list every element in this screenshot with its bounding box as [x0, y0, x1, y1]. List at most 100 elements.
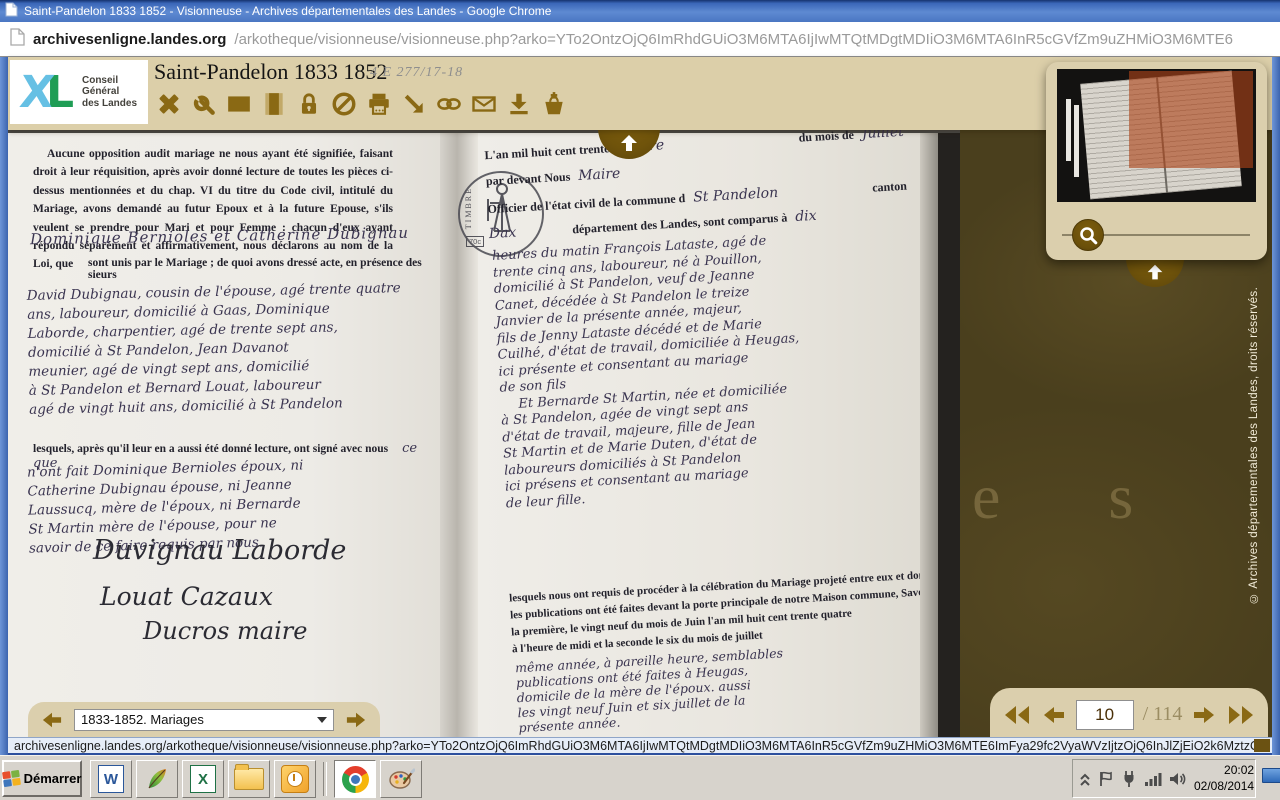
printed-union-line: sont unis par le Mariage ; de quoi avons…: [33, 257, 423, 281]
window-border-right[interactable]: [1272, 57, 1280, 755]
start-button[interactable]: Démarrer: [2, 760, 82, 797]
clock-time: 20:02: [1194, 763, 1254, 779]
printed-lecture-text: lesquels, après qu'il leur en a aussi ét…: [33, 443, 388, 455]
logo-x-letter: X: [17, 67, 46, 118]
document-title: Saint-Pandelon 1833 1852: [154, 59, 387, 85]
url-path: /arkotheque/visionneuse/visionneuse.php?…: [234, 31, 1233, 48]
up-arrow-icon: [1144, 262, 1166, 284]
hand-publications-block: même année, à pareille heure, semblables…: [515, 645, 787, 735]
flag-icon[interactable]: [1098, 770, 1114, 788]
series-next-button[interactable]: [344, 710, 368, 730]
window-title: Saint-Pandelon 1833 1852 - Visionneuse -…: [24, 4, 551, 18]
download-icon[interactable]: [506, 89, 532, 119]
doc-line: Louat Cazaux: [38, 582, 346, 611]
dropdown-caret-icon: [317, 717, 327, 723]
right-page-content: L'an mil huit cent trente quatre du mois…: [469, 109, 942, 737]
thumbnail-label-strip: [1074, 105, 1079, 177]
show-desktop-icon[interactable]: [1262, 768, 1280, 783]
logo-l-letter: L: [46, 67, 74, 118]
series-select[interactable]: 1833-1852. Mariages: [74, 709, 334, 731]
logo-text: Conseil Général des Landes: [82, 75, 137, 110]
page-icon: [5, 2, 18, 20]
next-page-button[interactable]: [1191, 704, 1217, 726]
chrome-icon[interactable]: [334, 760, 376, 798]
clock-date: 02/08/2014: [1194, 779, 1254, 795]
series-prev-button[interactable]: [40, 710, 64, 730]
printed-publications-block: lesquels nous ont requis de procéder à l…: [509, 567, 942, 659]
resize-grip[interactable]: [1254, 739, 1270, 752]
folder-icon[interactable]: [228, 760, 270, 798]
window-border-left: [0, 57, 8, 755]
series-nav-panel: 1833-1852. Mariages: [28, 702, 380, 737]
word-letter: W: [98, 765, 124, 793]
link-icon[interactable]: [436, 89, 462, 119]
double-right-arrow-icon: [1226, 704, 1256, 726]
right-arrow-icon: [1191, 704, 1217, 726]
window-titlebar[interactable]: Saint-Pandelon 1833 1852 - Visionneuse -…: [0, 0, 1280, 22]
hand-canton-value: Dax: [488, 225, 516, 243]
previous-page-button[interactable]: [1041, 704, 1067, 726]
feather-app-icon[interactable]: [136, 760, 178, 798]
printed-year: L'an mil huit cent trente: [484, 141, 610, 163]
excel-icon[interactable]: X: [182, 760, 224, 798]
document-scan[interactable]: Aucune opposition audit mariage ne nous …: [8, 130, 960, 737]
basket-add-icon[interactable]: [541, 89, 567, 119]
lock-icon[interactable]: [296, 89, 322, 119]
volume-icon[interactable]: [1169, 771, 1187, 787]
url-domain: archivesenligne.landes.org: [33, 31, 226, 48]
left-arrow-icon: [40, 710, 64, 730]
printed-intro-paragraph: Aucune opposition audit mariage ne nous …: [33, 145, 393, 274]
hand-mayor: Maire: [578, 166, 621, 184]
palette-app-icon[interactable]: [380, 760, 422, 798]
thumbnail-label-strip: [1066, 99, 1071, 161]
doc-line: Ducros maire: [38, 617, 346, 645]
mail-icon[interactable]: [471, 89, 497, 119]
hide-icons-chevron-icon[interactable]: [1079, 771, 1091, 787]
windows-logo-icon: [2, 770, 21, 787]
zoom-slider-knob[interactable]: [1072, 219, 1104, 251]
print-icon[interactable]: [366, 89, 392, 119]
tray-clock[interactable]: 20:02 02/08/2014: [1194, 763, 1254, 794]
forbidden-icon[interactable]: [331, 89, 357, 119]
browser-status-bar: archivesenligne.landes.org/arkotheque/vi…: [8, 737, 1272, 755]
taskbar: Démarrer W X: [0, 755, 1280, 800]
first-page-button[interactable]: [1002, 704, 1032, 726]
page-icon: [10, 28, 25, 50]
close-icon[interactable]: [156, 89, 182, 119]
thumbnail-image[interactable]: [1057, 69, 1256, 202]
page-landscape-icon[interactable]: [226, 89, 252, 119]
viewport-highlight[interactable]: [1129, 71, 1253, 168]
address-bar[interactable]: archivesenligne.landes.org/arkotheque/vi…: [0, 22, 1280, 57]
resize-arrow-icon[interactable]: [401, 89, 427, 119]
power-plug-icon[interactable]: [1121, 770, 1137, 788]
double-left-arrow-icon: [1002, 704, 1032, 726]
doc-line: Duvignau Laborde: [38, 535, 346, 566]
logo-conseil-general-landes[interactable]: X L Conseil Général des Landes: [10, 60, 148, 124]
network-signal-icon[interactable]: [1144, 771, 1162, 787]
last-page-button[interactable]: [1226, 704, 1256, 726]
archive-reference: 4 E 277/17-18: [370, 65, 463, 81]
hand-act-block: heures du matin François Lataste, agé de…: [492, 225, 936, 513]
outlook-icon[interactable]: [274, 760, 316, 798]
printed-before-us: par devant Nous: [486, 169, 571, 189]
quick-launch-bar: W X: [90, 759, 422, 799]
page-nav-panel: / 114: [990, 688, 1268, 737]
wrench-icon[interactable]: [191, 89, 217, 119]
up-arrow-icon: [617, 132, 641, 156]
printed-commune-label: Officier de l'état civil de la commune d: [487, 191, 686, 217]
start-button-label: Démarrer: [24, 771, 82, 786]
status-url-text: archivesenligne.landes.org/arkotheque/vi…: [8, 739, 1254, 753]
hand-witnesses-block: David Dubignau, cousin de l'épouse, agé …: [27, 279, 404, 420]
page-number-input[interactable]: [1076, 700, 1134, 730]
magnifier-icon: [1077, 224, 1101, 248]
word-icon[interactable]: W: [90, 760, 132, 798]
printed-month-label: du mois de: [798, 128, 854, 146]
system-tray: 20:02 02/08/2014: [1072, 759, 1256, 798]
quick-launch-separator: [323, 762, 327, 796]
page-portrait-icon[interactable]: [261, 89, 287, 119]
scan-dark-margin: [938, 133, 960, 737]
desktop: Saint-Pandelon 1833 1852 - Visionneuse -…: [0, 0, 1280, 800]
left-arrow-icon: [1041, 704, 1067, 726]
hand-hour: dix: [795, 208, 817, 225]
scan-right-page: TIMBRE 70c L'an mil huit cent trente qua…: [478, 133, 930, 737]
